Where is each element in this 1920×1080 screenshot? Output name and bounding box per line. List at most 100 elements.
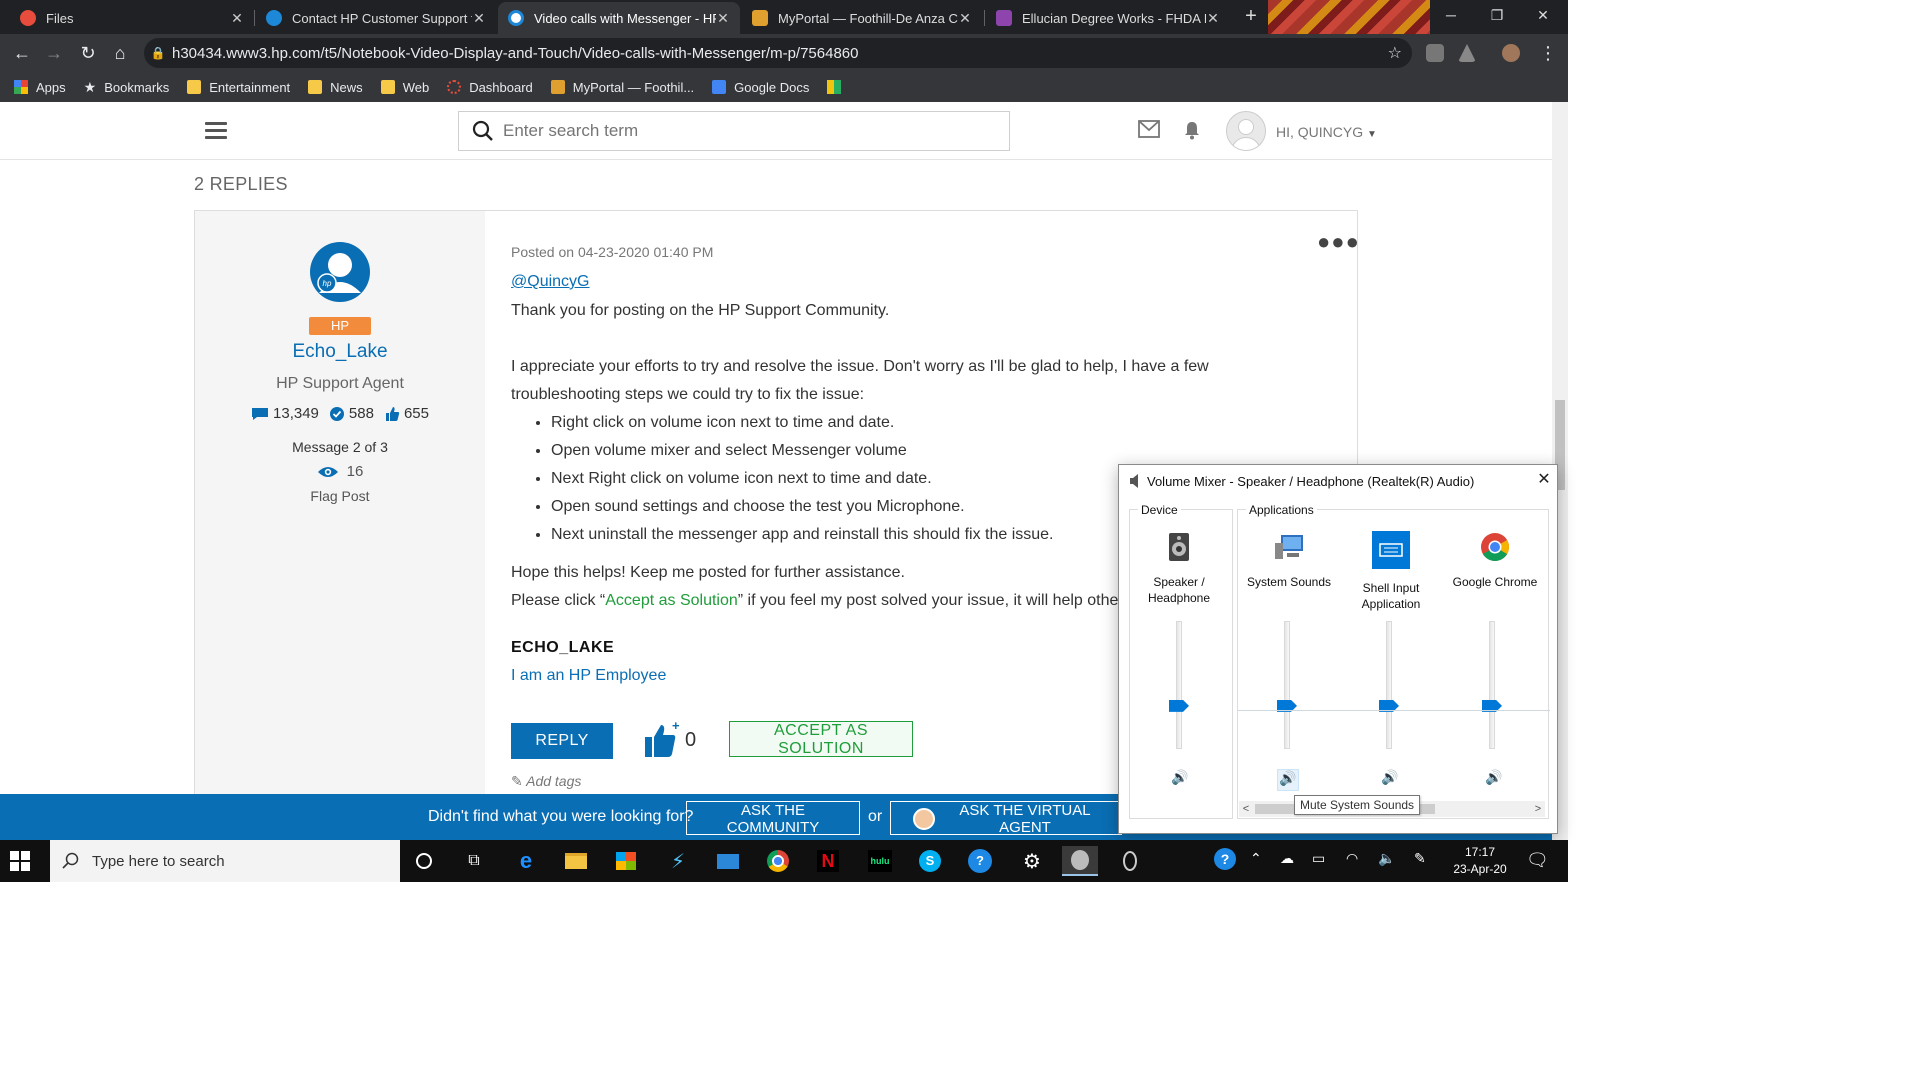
mixer-close-icon[interactable]: ✕ [1533,469,1555,491]
forward-arrow-icon[interactable]: → [42,42,66,64]
search-input[interactable] [503,121,983,141]
mute-shell-input-icon[interactable]: 🔊 [1379,769,1401,791]
task-view-icon[interactable]: ⧉ [456,846,492,876]
close-icon[interactable]: ✕ [230,10,244,27]
home-icon[interactable]: ⌂ [108,42,132,64]
bookmark-news[interactable]: News [308,80,363,95]
mail-app-icon[interactable] [710,846,746,876]
bookmark-entertainment[interactable]: Entertainment [187,80,290,95]
help-app-icon[interactable]: ? [962,846,998,876]
bookmark-apps[interactable]: Apps [14,80,66,95]
scroll-right-icon[interactable]: > [1531,801,1545,817]
close-icon[interactable]: ✕ [472,10,486,27]
lock-icon: 🔒 [150,46,166,60]
profile-avatar-icon[interactable] [1502,44,1520,62]
user-avatar[interactable] [1226,111,1266,151]
file-explorer-icon[interactable] [558,846,594,876]
tab-files[interactable]: Files ✕ [10,2,254,34]
hamburger-menu-icon[interactable] [205,122,227,140]
author-name-link[interactable]: Echo_Lake [195,341,485,363]
bookmark-myportal[interactable]: MyPortal — Foothil... [550,80,694,95]
mixer-taskbar-icon[interactable] [1112,846,1148,876]
accept-as-solution-button[interactable]: ACCEPT AS SOLUTION [729,721,913,757]
add-tags-link[interactable]: ✎ Add tags [511,773,581,790]
skype-icon[interactable]: S [912,846,948,876]
extension-icon[interactable] [1426,44,1444,62]
close-icon[interactable]: ✕ [958,10,972,27]
help-tray-icon[interactable]: ? [1214,848,1236,870]
mention-link[interactable]: @QuincyG [511,273,589,291]
mute-speaker-icon[interactable]: 🔊 [1169,769,1191,791]
visual-studio-code-icon[interactable]: ⚡ [660,846,696,876]
windows-start-icon[interactable] [10,851,30,871]
more-options-icon[interactable]: ●●● [1317,229,1360,255]
bookmark-google-docs[interactable]: Google Docs [712,80,809,95]
ellucian-favicon-icon [996,10,1012,26]
hp-support-avatar-icon[interactable]: hp [309,241,371,303]
ask-community-button[interactable]: ASK THE COMMUNITY [686,801,860,836]
tab-myportal[interactable]: MyPortal — Foothill-De Anza Co ✕ [742,2,982,34]
close-icon[interactable]: ✕ [1206,10,1220,27]
address-bar[interactable]: 🔒 h30434.www3.hp.com/t5/Notebook-Video-D… [144,38,1412,68]
mute-system-sounds-icon[interactable]: 🔊 [1277,769,1299,791]
settings-gear-icon[interactable]: ⚙ [1014,846,1050,876]
back-arrow-icon[interactable]: ← [10,42,34,64]
stat-solutions: 588 [329,405,374,422]
reply-button[interactable]: REPLY [511,723,613,759]
window-close-icon[interactable]: ✕ [1520,0,1566,30]
more-menu-icon[interactable]: ⋮ [1536,42,1560,64]
chrome-icon[interactable] [760,846,796,876]
volume-tray-icon[interactable]: 🔈 [1378,850,1395,867]
mail-icon[interactable] [1138,120,1160,138]
kudo-thumbs-up-icon[interactable]: + [641,719,681,759]
battery-icon[interactable]: ▭ [1312,850,1325,867]
volume-mixer-taskbar-icon[interactable] [1062,846,1098,876]
flag-post-link[interactable]: Flag Post [195,488,485,504]
list-item: Next Right click on volume icon next to … [551,465,1054,493]
volume-slider-track[interactable] [1386,621,1392,749]
edge-icon[interactable]: e [508,846,544,876]
user-menu[interactable]: HI, QUINCYG ▼ [1276,124,1377,140]
bookmark-web[interactable]: Web [380,80,429,95]
new-tab-plus-icon[interactable]: + [1240,6,1262,28]
tab-hp-support[interactable]: Contact HP Customer Support fo ✕ [256,2,496,34]
accept-solution-link[interactable]: Accept as Solution [605,592,738,609]
tab-degree-works[interactable]: Ellucian Degree Works - FHDA D ✕ [986,2,1230,34]
volume-slider-track[interactable] [1284,621,1290,749]
pen-icon[interactable]: ✎ [1414,850,1426,867]
scroll-left-icon[interactable]: < [1239,801,1253,817]
text-fragment: Please click “ [511,592,606,609]
store-icon[interactable] [608,846,644,876]
volume-slider-track[interactable] [1489,621,1495,749]
tab-video-calls[interactable]: Video calls with Messenger - HP ✕ [498,2,740,34]
svg-text:+: + [672,719,680,733]
help-prompt: Didn't find what you were looking for? [428,808,694,825]
minimize-icon[interactable]: ─ [1428,0,1474,30]
mute-chrome-icon[interactable]: 🔊 [1483,769,1505,791]
system-clock[interactable]: 17:17 23-Apr-20 [1450,844,1510,878]
hulu-icon[interactable]: hulu [862,846,898,876]
taskbar-search[interactable]: Type here to search [50,840,400,882]
bell-icon[interactable] [1182,120,1202,140]
bookmark-extra[interactable] [827,80,849,94]
slider-level-line [1238,710,1550,711]
wifi-icon[interactable]: ◠ [1346,850,1358,867]
netflix-icon[interactable]: N [810,846,846,876]
virtual-agent-avatar-icon [913,808,935,830]
svg-text:hp: hp [323,279,332,288]
reload-icon[interactable]: ↻ [76,42,100,64]
onedrive-cloud-icon[interactable]: ☁ [1280,850,1294,867]
bookmark-star-icon[interactable]: ☆ [1388,43,1402,63]
site-search[interactable] [458,111,1010,151]
close-icon[interactable]: ✕ [716,10,730,27]
drive-extension-icon[interactable] [1458,44,1476,62]
restore-icon[interactable]: ❐ [1474,0,1520,30]
views-value: 16 [346,463,364,480]
ask-virtual-agent-button[interactable]: ASK THE VIRTUAL AGENT [890,801,1122,836]
bookmark-dashboard[interactable]: Dashboard [447,80,533,95]
bookmark-bookmarks[interactable]: ★ Bookmarks [84,79,170,96]
cortana-icon[interactable] [406,846,442,876]
tray-overflow-chevron-icon[interactable]: ⌃ [1250,850,1262,867]
volume-slider-track[interactable] [1176,621,1182,749]
notifications-icon[interactable]: 🗨 [1526,850,1549,871]
